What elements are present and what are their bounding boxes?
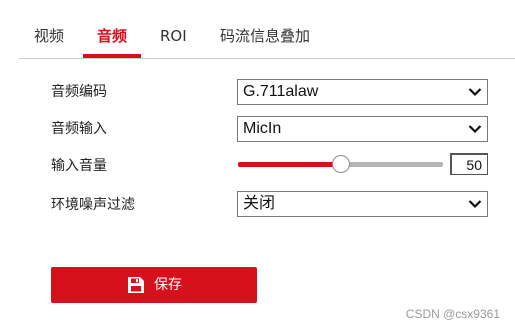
tab-bar: 视频 音频 ROI 码流信息叠加 xyxy=(0,0,515,60)
chevron-down-icon xyxy=(468,88,482,97)
chevron-down-icon xyxy=(468,125,482,134)
tab-divider xyxy=(19,58,515,59)
volume-number-value: 50 xyxy=(466,157,482,173)
audio-encoding-select[interactable]: G.711alaw xyxy=(237,79,488,105)
save-button-label: 保存 xyxy=(154,277,182,293)
noise-filter-label: 环境噪声过滤 xyxy=(51,197,135,213)
volume-number-input[interactable]: 50 xyxy=(450,153,488,175)
tab-audio[interactable]: 音频 xyxy=(97,26,127,46)
audio-input-value: MicIn xyxy=(243,120,282,137)
watermark: CSDN @csx9361 xyxy=(405,307,500,321)
tab-video[interactable]: 视频 xyxy=(34,26,64,46)
audio-encoding-label: 音频编码 xyxy=(51,84,107,100)
chevron-down-icon xyxy=(468,200,482,209)
noise-filter-value: 关闭 xyxy=(243,195,276,212)
audio-input-label: 音频输入 xyxy=(51,121,107,137)
save-button[interactable]: 保存 xyxy=(51,267,257,303)
audio-input-select[interactable]: MicIn xyxy=(237,116,488,142)
tab-stream-info-overlay[interactable]: 码流信息叠加 xyxy=(220,26,310,46)
noise-filter-select[interactable]: 关闭 xyxy=(237,191,488,217)
audio-encoding-value: G.711alaw xyxy=(243,83,319,100)
floppy-disk-icon xyxy=(128,277,144,293)
input-volume-label: 输入音量 xyxy=(51,158,107,174)
volume-slider-fill xyxy=(238,162,341,167)
tab-roi[interactable]: ROI xyxy=(160,26,187,46)
volume-slider-thumb[interactable] xyxy=(331,155,350,173)
